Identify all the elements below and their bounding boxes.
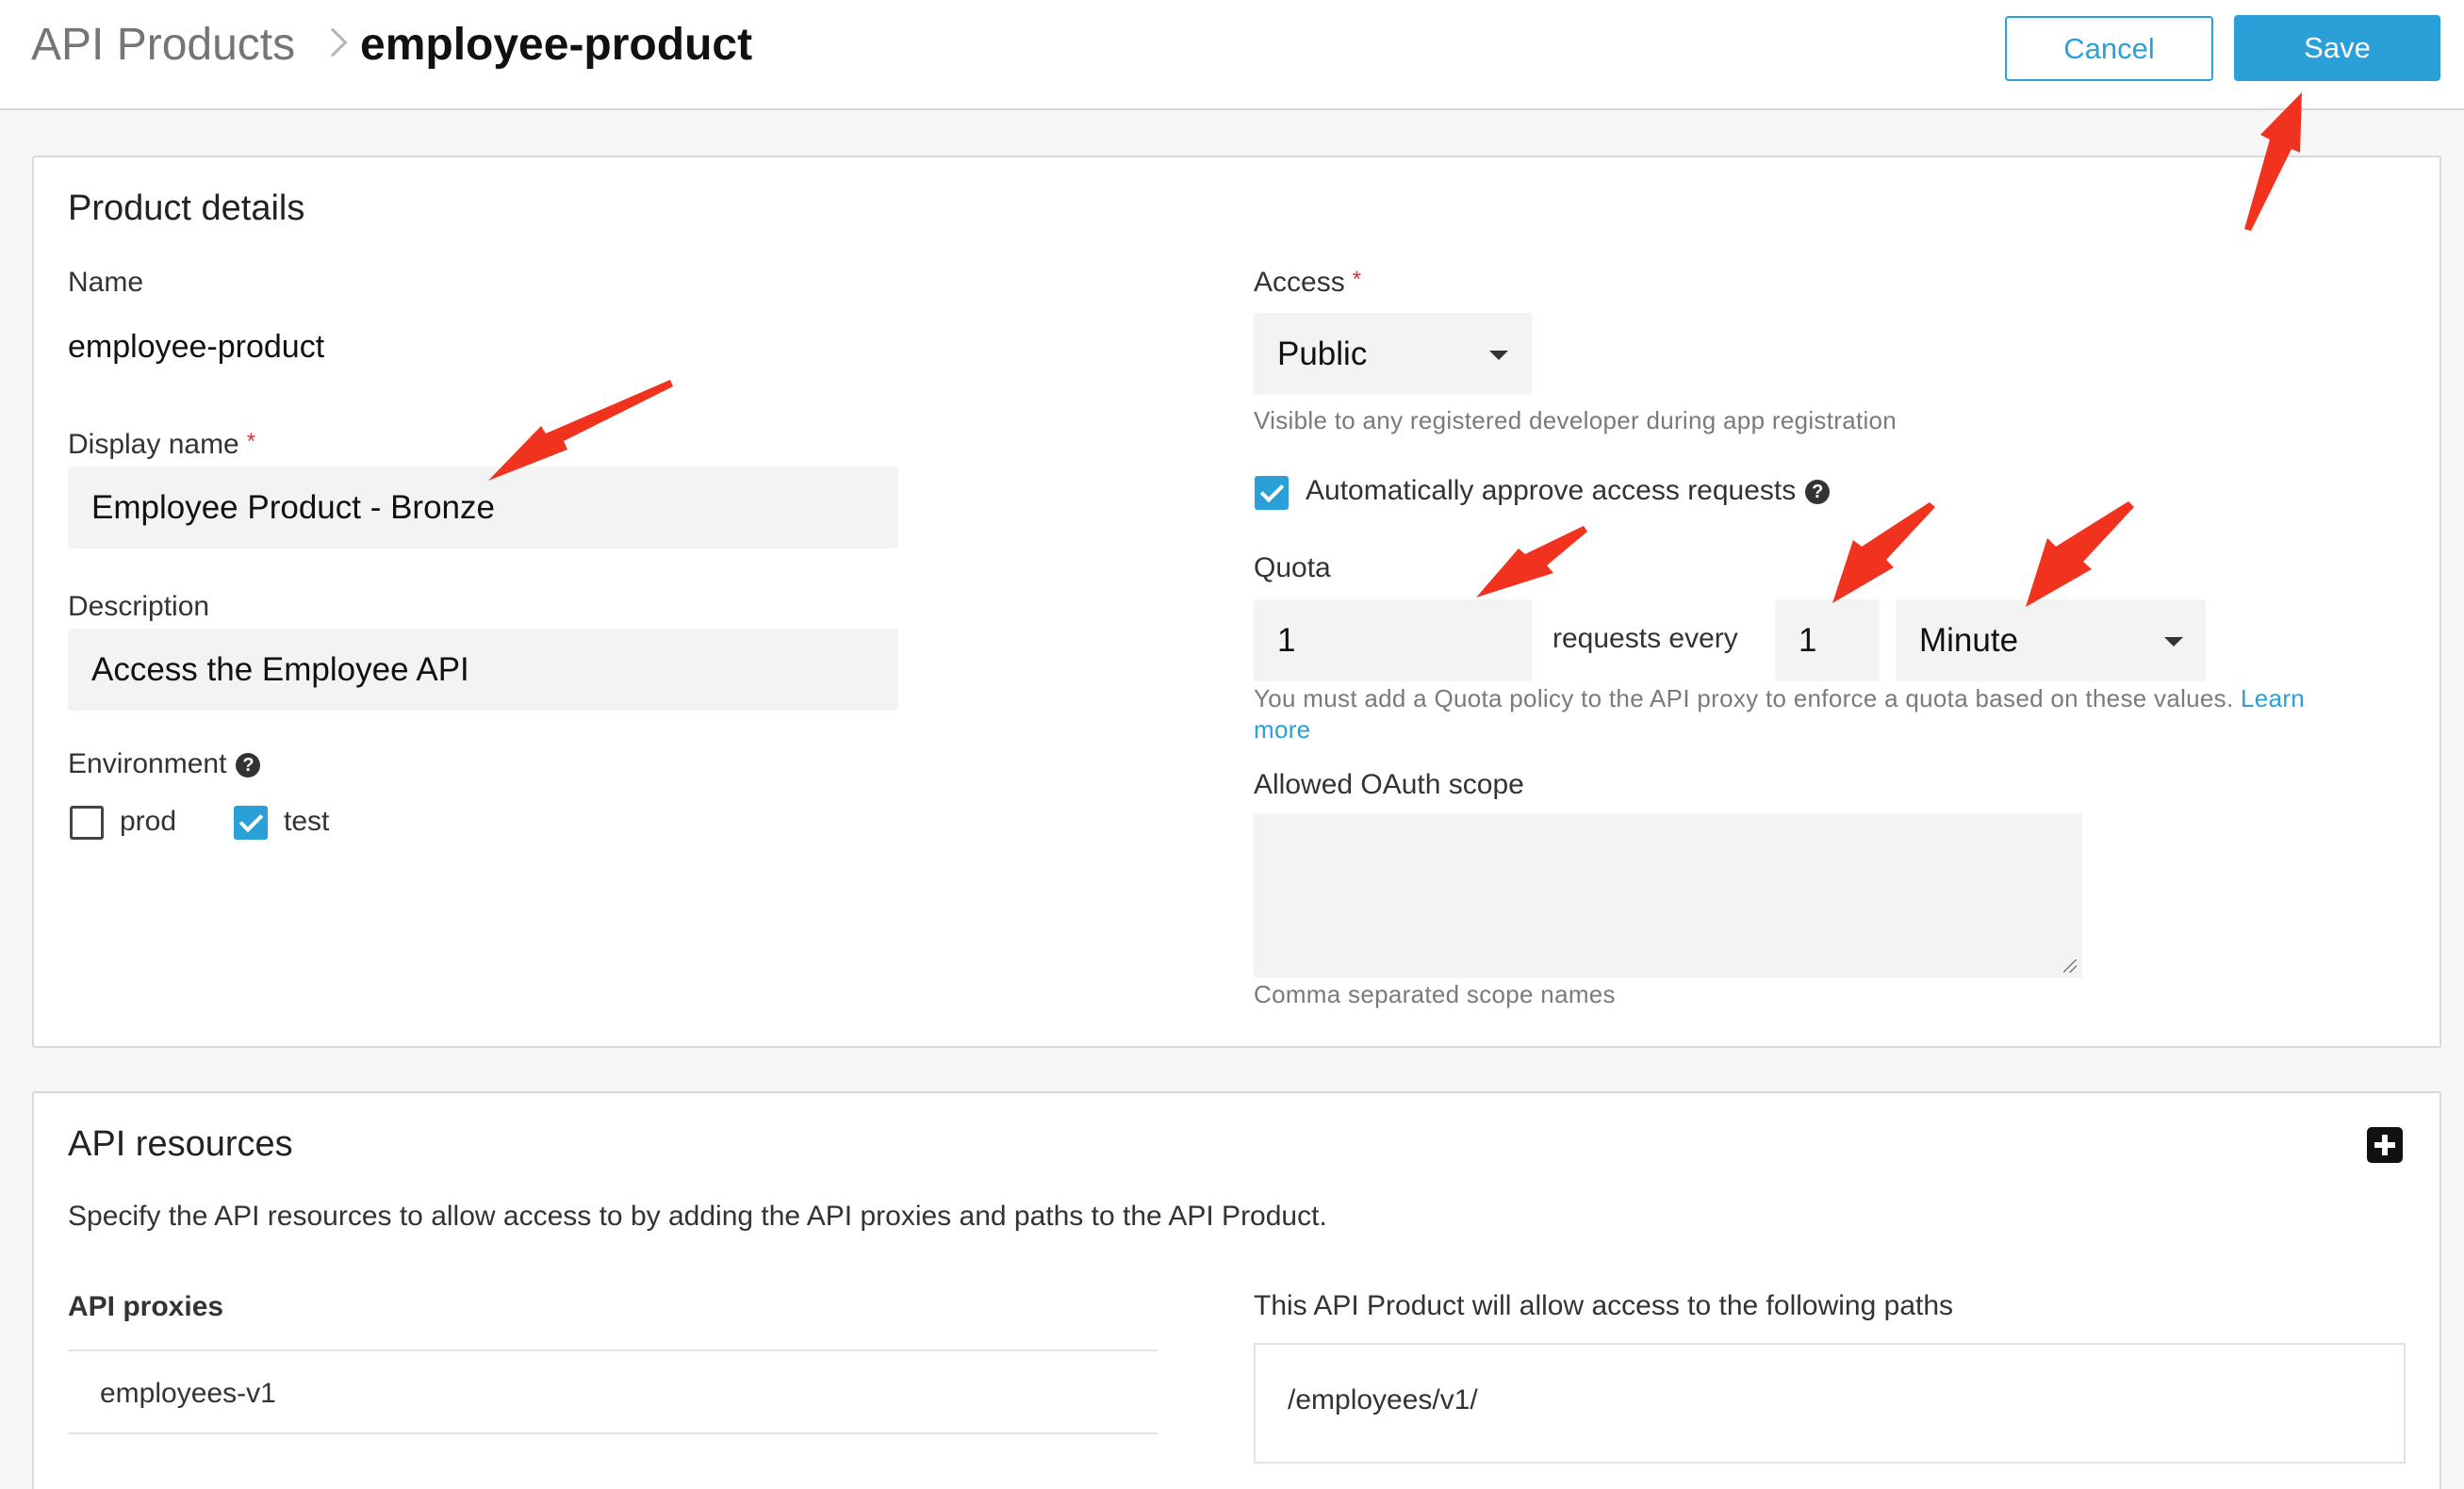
learn-more-link[interactable]: Learn <box>2241 684 2305 712</box>
required-marker: * <box>246 429 256 454</box>
chevron-right-icon <box>318 27 348 57</box>
api-resources-title: API resources <box>68 1124 293 1164</box>
environment-label-text: Environment <box>68 748 227 779</box>
name-label: Name <box>68 267 144 298</box>
required-marker: * <box>1352 267 1362 292</box>
path-item[interactable]: /employees/v1/ <box>1288 1384 1478 1416</box>
top-bar: API Products employee-product Cancel Sav… <box>0 0 2464 110</box>
access-select[interactable]: Public <box>1254 313 1532 395</box>
env-test-checkbox[interactable] <box>234 806 268 840</box>
description-label: Description <box>68 591 210 622</box>
access-select-value: Public <box>1277 335 1368 372</box>
quota-label: Quota <box>1254 552 1331 583</box>
page-title: employee-product <box>360 20 753 70</box>
env-test-label: test <box>284 806 330 837</box>
oauth-scope-label: Allowed OAuth scope <box>1254 769 1524 800</box>
quota-count-input[interactable]: 1 <box>1254 599 1532 681</box>
paths-list: /employees/v1/ <box>1254 1343 2406 1464</box>
caret-down-icon <box>1489 351 1508 360</box>
quota-help-body: You must add a Quota policy to the API p… <box>1254 684 2234 712</box>
auto-approve-label: Automatically approve access requests? <box>1306 475 1831 507</box>
paths-label: This API Product will allow access to th… <box>1254 1290 1954 1321</box>
quota-count-value: 1 <box>1277 621 1296 659</box>
name-value: employee-product <box>68 329 325 365</box>
quota-help-text: You must add a Quota policy to the API p… <box>1254 683 2423 745</box>
display-name-label: Display name * <box>68 429 255 461</box>
divider <box>68 1432 1158 1434</box>
add-resource-icon[interactable] <box>2367 1127 2403 1163</box>
oauth-scope-help: Comma separated scope names <box>1254 980 1616 1008</box>
description-input[interactable]: Access the Employee API <box>68 629 898 711</box>
auto-approve-label-text: Automatically approve access requests <box>1306 475 1797 506</box>
quota-unit-value: Minute <box>1919 621 2019 659</box>
display-name-input-value: Employee Product - Bronze <box>91 488 495 526</box>
resize-handle-icon[interactable] <box>2063 959 2077 973</box>
requests-every-text: requests every <box>1552 623 1738 654</box>
save-button[interactable]: Save <box>2234 15 2440 81</box>
display-name-input[interactable]: Employee Product - Bronze <box>68 466 898 548</box>
description-input-value: Access the Employee API <box>91 650 469 688</box>
auto-approve-checkbox[interactable] <box>1255 476 1289 510</box>
api-proxies-label: API proxies <box>68 1291 224 1322</box>
divider <box>68 1350 1158 1351</box>
breadcrumb-parent[interactable]: API Products <box>31 19 295 71</box>
product-details-title: Product details <box>68 188 305 228</box>
api-proxy-item[interactable]: employees-v1 <box>100 1378 276 1410</box>
display-name-label-text: Display name <box>68 429 239 460</box>
learn-more-link-cont[interactable]: more <box>1254 715 1310 744</box>
oauth-scope-textarea[interactable] <box>1254 813 2082 978</box>
help-icon[interactable]: ? <box>1805 480 1831 505</box>
quota-unit-select[interactable]: Minute <box>1896 599 2206 681</box>
cancel-button[interactable]: Cancel <box>2005 16 2213 81</box>
access-label: Access * <box>1254 267 1361 299</box>
help-icon[interactable]: ? <box>236 753 261 778</box>
quota-interval-value: 1 <box>1799 621 1817 659</box>
environment-label: Environment? <box>68 748 261 780</box>
api-resources-description: Specify the API resources to allow acces… <box>68 1201 1327 1232</box>
quota-interval-input[interactable]: 1 <box>1775 599 1880 681</box>
caret-down-icon <box>2164 637 2183 646</box>
access-label-text: Access <box>1254 267 1345 298</box>
env-prod-checkbox[interactable] <box>70 806 104 840</box>
env-prod-label: prod <box>120 806 177 837</box>
access-help-text: Visible to any registered developer duri… <box>1254 406 1897 434</box>
